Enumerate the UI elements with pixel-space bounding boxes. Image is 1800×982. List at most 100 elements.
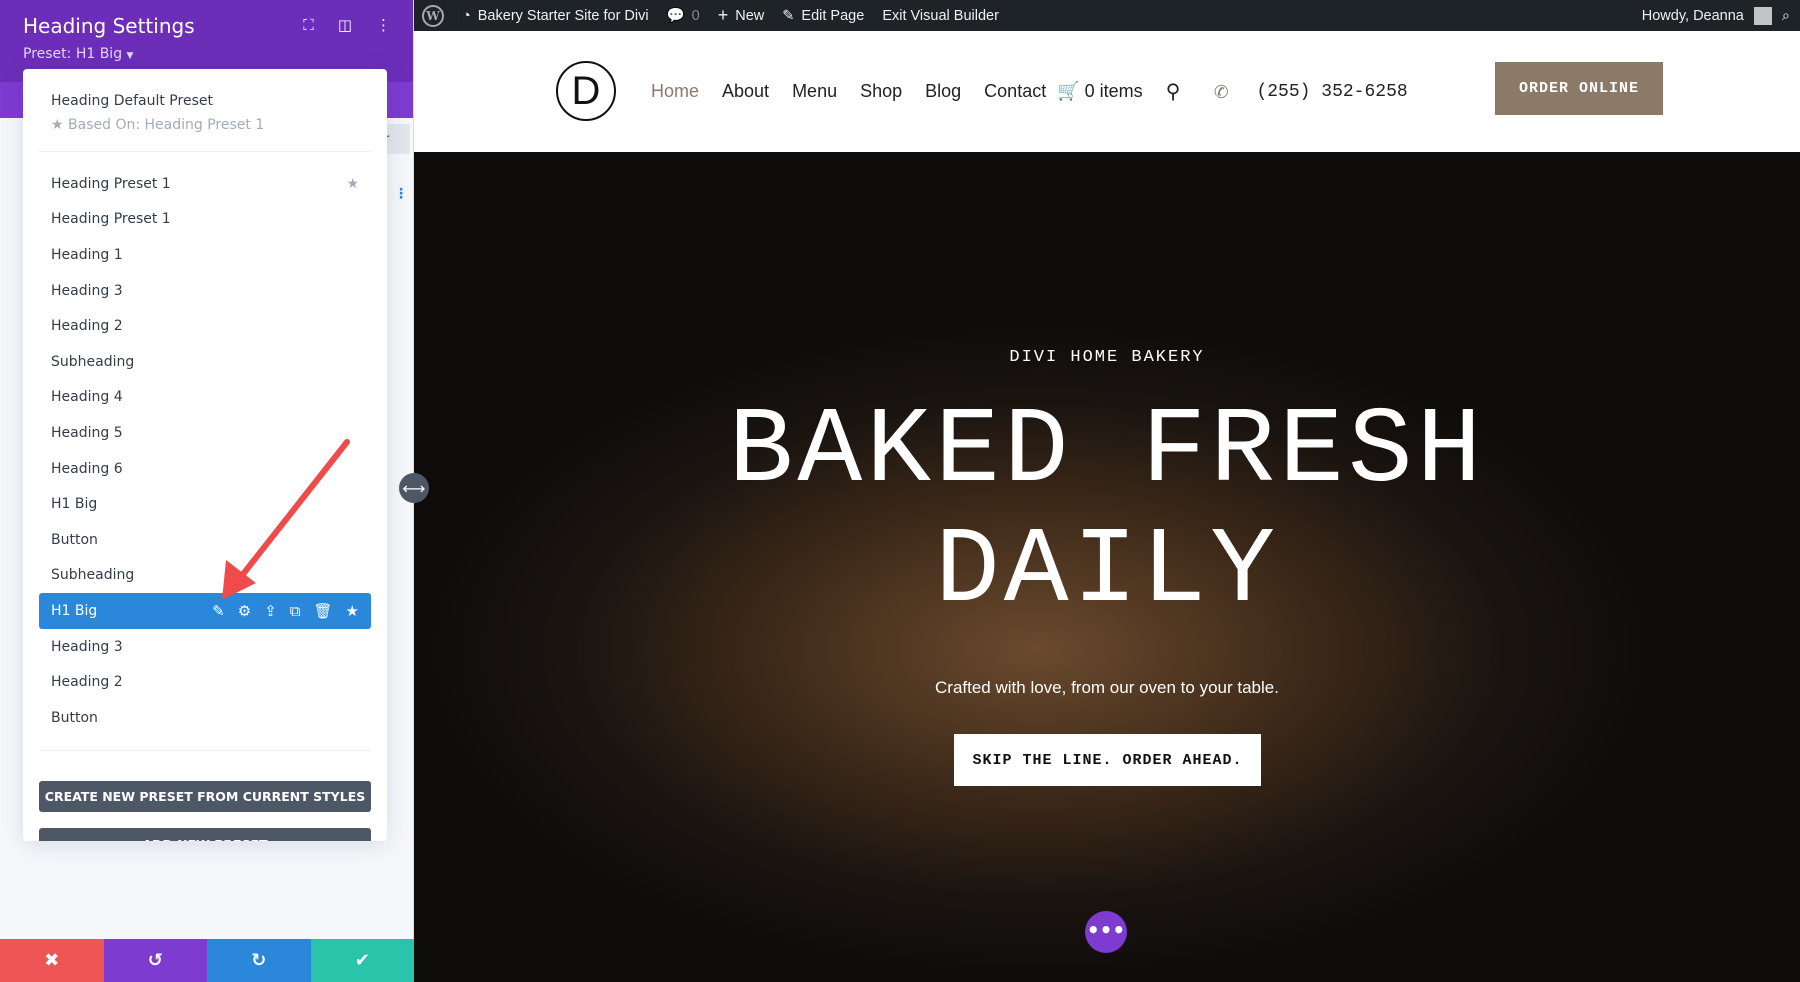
discard-button[interactable]: ✖ — [0, 939, 104, 982]
ellipsis-icon: ••• — [1086, 918, 1126, 942]
check-icon: ✔ — [354, 950, 370, 971]
preset-item[interactable]: H1 Big — [39, 486, 371, 522]
user-greeting[interactable]: Howdy, Deanna — [1642, 8, 1744, 24]
divider — [39, 749, 371, 751]
hero-section: DIVI HOME BAKERY BAKED FRESH DAILY Crafte… — [414, 152, 1800, 982]
star-icon: ★ — [346, 175, 359, 192]
preset-label: Heading 1 — [51, 246, 123, 263]
dashboard-icon: ◔ — [462, 7, 471, 24]
preset-item[interactable]: Subheading — [39, 344, 371, 380]
hero-pretitle: DIVI HOME BAKERY — [1009, 348, 1205, 367]
preset-label: Heading 6 — [51, 460, 123, 477]
redo-icon: ↻ — [251, 950, 267, 971]
pencil-icon: ✎ — [782, 7, 795, 24]
phone: ✆ (255) 352-6258 — [1214, 77, 1408, 107]
preset-item[interactable]: Heading 3 — [39, 273, 371, 309]
star-icon: ★ — [51, 117, 64, 133]
preset-item[interactable]: Heading 6 — [39, 451, 371, 487]
preset-dropdown-menu: Heading Default Preset ★ Based On: Headi… — [23, 69, 387, 841]
preset-item[interactable]: Heading 5 — [39, 415, 371, 451]
resize-arrows-icon: ⟷ — [402, 478, 426, 498]
kebab-menu-icon[interactable]: ⋮ — [376, 16, 391, 34]
site-name-link[interactable]: ◔ Bakery Starter Site for Divi — [462, 8, 649, 24]
preset-item[interactable]: Heading 2 — [39, 308, 371, 344]
plus-icon: + — [717, 5, 729, 25]
preset-item[interactable]: Heading 4 — [39, 380, 371, 416]
phone-icon: ✆ — [1214, 80, 1229, 107]
preset-item[interactable]: Button — [39, 522, 371, 558]
hero-title: BAKED FRESH DAILY — [728, 391, 1486, 633]
panel-footer: ✖ ↺ ↻ ✔ — [0, 939, 414, 982]
panel-resize-handle[interactable]: ⟷ — [399, 473, 429, 503]
edit-icon[interactable]: ✎ — [212, 602, 225, 620]
preset-label: Button — [51, 531, 98, 548]
nav-about[interactable]: About — [722, 81, 769, 102]
preset-label: Heading 3 — [51, 282, 123, 299]
kebab-icon[interactable]: ⋮ — [394, 186, 408, 202]
export-icon[interactable]: ⇪ — [264, 602, 277, 620]
save-button[interactable]: ✔ — [310, 939, 414, 982]
preset-label: Subheading — [51, 353, 135, 370]
undo-icon: ↺ — [147, 950, 163, 971]
preset-label: Heading 3 — [51, 638, 123, 655]
search-icon[interactable]: ⌕ — [1782, 8, 1790, 24]
layout-icon[interactable]: ◫ — [338, 16, 352, 34]
preset-item[interactable]: Heading 2 — [39, 664, 371, 700]
wp-admin-bar: W ◔ Bakery Starter Site for Divi 💬 0 + New … — [414, 0, 1800, 31]
preset-label: Heading Preset 1 — [51, 175, 171, 192]
site-logo[interactable]: D — [556, 61, 616, 121]
close-icon: ✖ — [44, 950, 60, 971]
order-ahead-button[interactable]: SKIP THE LINE. ORDER AHEAD. — [954, 734, 1261, 786]
order-online-button[interactable]: ORDER ONLINE — [1495, 62, 1663, 115]
preset-label: Heading Preset 1 — [51, 211, 171, 228]
cart-link[interactable]: 🛒 0 items — [1057, 81, 1142, 102]
add-new-preset-button[interactable]: ADD NEW PRESET — [39, 827, 371, 841]
comments-link[interactable]: 💬 0 — [666, 7, 700, 25]
preset-label: Heading 2 — [51, 318, 123, 335]
redo-button[interactable]: ↻ — [207, 939, 311, 982]
preset-item[interactable]: Heading Preset 1 ★ — [39, 166, 371, 202]
preset-label: Heading 4 — [51, 389, 123, 406]
cart-icon: 🛒 — [1057, 81, 1080, 101]
preset-label: H1 Big — [51, 496, 98, 513]
star-icon[interactable]: ★ — [346, 602, 359, 620]
site-header: D Home About Menu Shop Blog Contact 🛒 0 … — [414, 31, 1800, 152]
fullscreen-icon[interactable]: ⛶ — [303, 16, 314, 34]
more-options-button[interactable]: ••• — [1085, 911, 1127, 953]
caret-down-icon: ▼ — [126, 51, 134, 61]
default-preset[interactable]: Heading Default Preset ★ Based On: Headi… — [39, 69, 371, 152]
nav-shop[interactable]: Shop — [860, 81, 902, 102]
main-nav: Home About Menu Shop Blog Contact 🛒 0 it… — [651, 79, 1180, 104]
preset-label: Heading 5 — [51, 424, 123, 441]
preset-item[interactable]: H1 Big ✎ ⚙ ⇪ ⧉ 🗑 ★ — [39, 593, 371, 629]
preset-label: Heading 2 — [51, 674, 123, 691]
preset-label: Button — [51, 709, 98, 726]
settings-panel: Heading Settings Preset: H1 Big ▼ ⛶◫⋮ er… — [0, 0, 414, 982]
preset-item[interactable]: Button — [39, 700, 371, 736]
preset-item[interactable]: Heading 1 — [39, 237, 371, 273]
preset-item[interactable]: Subheading — [39, 558, 371, 594]
preset-item[interactable]: Heading 3 — [39, 629, 371, 665]
nav-contact[interactable]: Contact — [984, 81, 1046, 102]
settings-icon[interactable]: ⚙ — [238, 602, 251, 620]
nav-menu[interactable]: Menu — [792, 81, 837, 102]
preset-list: Heading Preset 1 ★ Heading Preset 1 Heading… — [23, 152, 387, 736]
new-link[interactable]: + New — [718, 5, 765, 26]
preset-dropdown[interactable]: Preset: H1 Big ▼ — [23, 46, 390, 62]
preset-label: Subheading — [51, 567, 135, 584]
duplicate-icon[interactable]: ⧉ — [290, 602, 301, 620]
comment-icon: 💬 — [666, 8, 685, 24]
search-icon[interactable]: ⚲ — [1166, 79, 1181, 104]
avatar[interactable] — [1753, 6, 1772, 25]
nav-home[interactable]: Home — [651, 81, 699, 102]
edit-page-link[interactable]: ✎ Edit Page — [782, 8, 864, 24]
nav-blog[interactable]: Blog — [925, 81, 961, 102]
exit-visual-builder-link[interactable]: Exit Visual Builder — [882, 8, 999, 24]
undo-button[interactable]: ↺ — [103, 939, 207, 982]
create-preset-button[interactable]: CREATE NEW PRESET FROM CURRENT STYLES — [39, 780, 371, 812]
preset-label: H1 Big — [51, 602, 98, 619]
hero-subtitle: Crafted with love, from our oven to your… — [935, 678, 1279, 697]
preset-item[interactable]: Heading Preset 1 — [39, 202, 371, 238]
trash-icon[interactable]: 🗑 — [314, 602, 333, 620]
wordpress-icon[interactable]: W — [422, 4, 444, 27]
